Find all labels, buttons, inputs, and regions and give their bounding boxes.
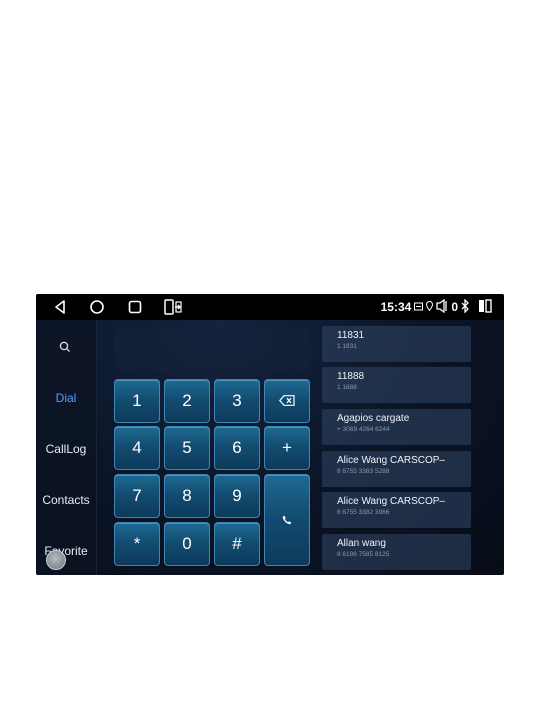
contact-item[interactable]: Alice Wang CARSCOP– 8 6755 3382 3966 (322, 492, 471, 528)
contact-name: Alice Wang CARSCOP– (337, 496, 445, 507)
contact-number: 8 6755 3383 5288 (337, 468, 390, 475)
key-9[interactable]: 9 (214, 474, 260, 518)
head-unit-screen: 15:34 0 Dial CallLog Contacts Favorite 1… (36, 294, 504, 575)
contact-number: 1 1831 (337, 343, 357, 350)
status-bar: 15:34 0 (36, 294, 504, 320)
recents-icon[interactable] (125, 298, 145, 316)
key-6[interactable]: 6 (214, 426, 260, 470)
phone-sidebar: Dial CallLog Contacts Favorite (36, 320, 97, 575)
backspace-button[interactable] (264, 379, 310, 423)
contact-name: Agapios cargate (337, 413, 410, 424)
back-icon[interactable] (50, 298, 70, 316)
bluetooth-icon (461, 297, 469, 316)
sidebar-item-dial[interactable]: Dial (36, 391, 96, 405)
key-5[interactable]: 5 (164, 426, 210, 470)
key-plus[interactable]: + (264, 426, 310, 470)
sim-icon (414, 300, 424, 314)
contact-number: + 3069 4264 6244 (337, 426, 390, 433)
key-0[interactable]: 0 (164, 522, 210, 566)
zero-indicator: 0 (451, 300, 458, 314)
contact-item[interactable]: Agapios cargate + 3069 4264 6244 (322, 409, 471, 445)
dial-panel: 1 2 3 4 5 6 + 7 8 9 * 0 # 11831 1 1831 1… (97, 320, 504, 575)
location-icon (426, 300, 434, 314)
contact-item[interactable]: 11831 1 1831 (322, 326, 471, 362)
number-display[interactable] (114, 330, 310, 370)
search-icon[interactable] (59, 340, 71, 358)
contact-number: 8 6186 7585 8125 (337, 551, 390, 558)
floating-assistive-button[interactable] (46, 550, 66, 570)
key-4[interactable]: 4 (114, 426, 160, 470)
contact-number: 1 1888 (337, 384, 357, 391)
clock: 15:34 (380, 300, 412, 314)
phone-icon (282, 510, 292, 530)
contact-name: Alice Wang CARSCOP– (337, 455, 445, 466)
contact-name: 11888 (337, 371, 365, 382)
key-3[interactable]: 3 (214, 379, 260, 423)
home-icon[interactable] (87, 298, 107, 316)
contact-name: Allan wang (337, 538, 386, 549)
contact-item[interactable]: 11888 1 1888 (322, 367, 471, 403)
key-8[interactable]: 8 (164, 474, 210, 518)
contact-number: 8 6755 3382 3966 (337, 509, 390, 516)
contact-name: 11831 (337, 330, 365, 341)
key-hash[interactable]: # (214, 522, 260, 566)
sidebar-item-calllog[interactable]: CallLog (36, 442, 96, 456)
key-1[interactable]: 1 (114, 379, 160, 423)
screen-mirror-icon[interactable] (162, 298, 184, 316)
status-indicators: 15:34 0 (380, 297, 492, 316)
sidebar-item-favorite[interactable]: Favorite (36, 544, 96, 558)
split-screen-icon[interactable] (478, 298, 492, 316)
volume-icon (436, 298, 448, 316)
sidebar-item-contacts[interactable]: Contacts (36, 493, 96, 507)
key-2[interactable]: 2 (164, 379, 210, 423)
contact-item[interactable]: Alice Wang CARSCOP– 8 6755 3383 5288 (322, 451, 471, 487)
key-star[interactable]: * (114, 522, 160, 566)
backspace-icon (279, 391, 295, 411)
call-button[interactable] (264, 474, 310, 566)
key-7[interactable]: 7 (114, 474, 160, 518)
contact-item[interactable]: Allan wang 8 6186 7585 8125 (322, 534, 471, 570)
